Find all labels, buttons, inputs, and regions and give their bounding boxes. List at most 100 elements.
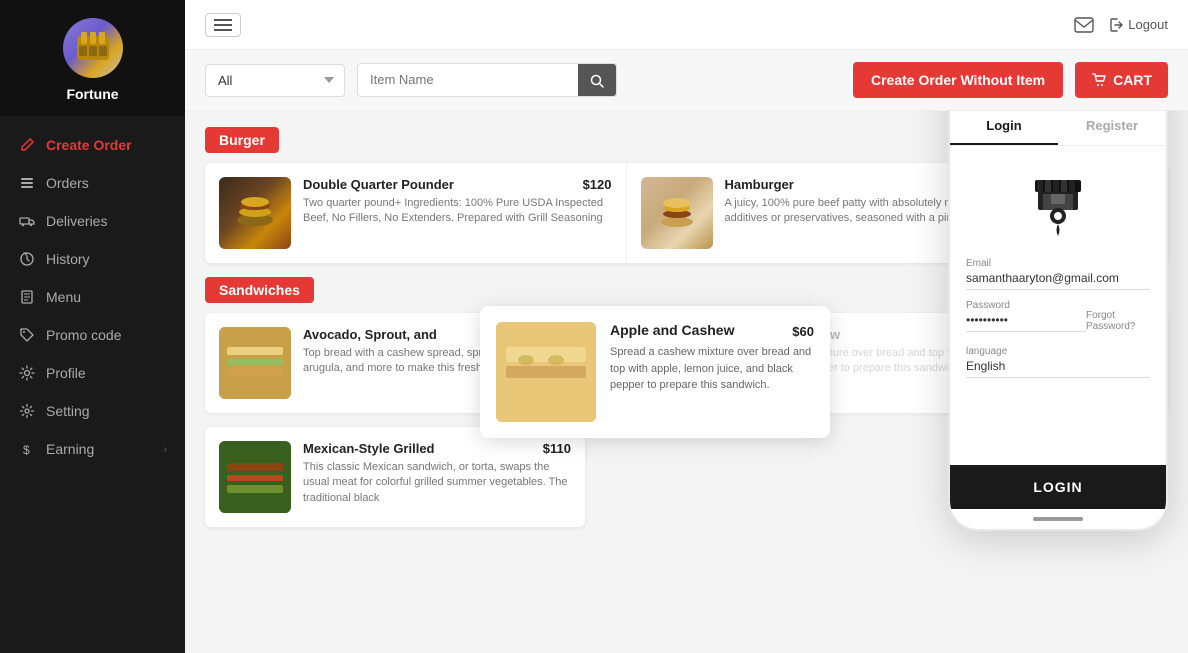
item-header: Mexican-Style Grilled $110 — [303, 441, 571, 456]
phone-body: Email samanthaaryton@gmail.com Password … — [950, 146, 1166, 449]
email-field-value[interactable]: samanthaaryton@gmail.com — [966, 271, 1150, 290]
hamburger-line — [214, 19, 232, 21]
truck-icon — [18, 212, 36, 230]
cashew-visual — [496, 322, 596, 422]
item-price: $120 — [583, 177, 612, 192]
item-info: Double Quarter Pounder $120 Two quarter … — [303, 177, 612, 249]
search-button[interactable] — [578, 64, 616, 95]
phone-logo — [1023, 172, 1093, 242]
phone-mockup: WiFi 4:34 PM 100% Login Register — [948, 111, 1168, 531]
sidebar-item-create-order[interactable]: Create Order — [0, 126, 185, 164]
highlight-price: $60 — [792, 324, 814, 339]
item-price: $110 — [543, 441, 571, 456]
search-input[interactable] — [358, 64, 578, 95]
phone-tabs: Login Register — [950, 111, 1166, 146]
sidebar-item-label: History — [46, 251, 167, 267]
phone-tab-register[interactable]: Register — [1058, 111, 1166, 145]
item-image-burger1 — [219, 177, 291, 249]
highlight-item-image — [496, 322, 596, 422]
svg-text:$: $ — [23, 443, 30, 457]
highlight-name: Apple and Cashew — [610, 322, 734, 338]
search-group — [357, 63, 617, 96]
burger-visual — [230, 188, 280, 238]
sidebar-item-deliveries[interactable]: Deliveries — [0, 202, 185, 240]
item-description: Two quarter pound+ Ingredients: 100% Pur… — [303, 196, 612, 227]
create-order-without-item-button[interactable]: Create Order Without Item — [853, 62, 1063, 98]
item-header: Double Quarter Pounder $120 — [303, 177, 612, 192]
cart-label: CART — [1113, 72, 1152, 88]
item-name: Avocado, Sprout, and — [303, 327, 437, 342]
sandwich-visual1 — [219, 327, 291, 399]
highlight-description: Spread a cashew mixture over bread and t… — [610, 344, 814, 394]
phone-home-bar — [1033, 517, 1083, 521]
language-value[interactable]: English — [966, 359, 1150, 378]
phone-tab-login[interactable]: Login — [950, 111, 1058, 145]
item-info: Mexican-Style Grilled $110 This classic … — [303, 441, 571, 513]
sandwiches-section-title: Sandwiches — [205, 277, 314, 303]
item-image-sandwich1 — [219, 327, 291, 399]
sidebar-item-label: Setting — [46, 403, 167, 419]
phone-home-indicator — [950, 509, 1166, 529]
hamburger-line — [214, 24, 232, 26]
phone-login-form: Email samanthaaryton@gmail.com Password … — [966, 258, 1150, 388]
chevron-right-icon: › — [164, 444, 167, 455]
app-name: Fortune — [66, 86, 118, 102]
list-icon — [18, 174, 36, 192]
pencil-icon — [18, 136, 36, 154]
sidebar-item-label: Create Order — [46, 137, 167, 153]
phone-logo-icon — [1023, 172, 1093, 242]
search-bar: All Create Order Without Item CART — [185, 50, 1188, 111]
sidebar-item-label: Promo code — [46, 327, 167, 343]
email-field-label: Email — [966, 258, 1150, 269]
burger-visual2 — [652, 188, 702, 238]
menu-item-double-quarter[interactable]: Double Quarter Pounder $120 Two quarter … — [205, 163, 627, 263]
cart-button[interactable]: CART — [1075, 62, 1168, 98]
tag-icon — [18, 326, 36, 344]
logout-button[interactable]: Logout — [1110, 17, 1168, 32]
cart-icon — [1091, 72, 1107, 88]
password-field-value[interactable]: •••••••••• — [966, 313, 1086, 332]
sidebar-item-label: Earning — [46, 441, 154, 457]
top-navigation: Logout — [185, 0, 1188, 50]
sidebar-item-label: Menu — [46, 289, 167, 305]
sidebar-item-label: Profile — [46, 365, 167, 381]
item-name: Mexican-Style Grilled — [303, 441, 435, 456]
category-select[interactable]: All — [205, 64, 345, 97]
item-name: Double Quarter Pounder — [303, 177, 454, 192]
topnav-right: Logout — [1074, 14, 1168, 35]
settings-icon — [18, 402, 36, 420]
logout-icon — [1110, 18, 1124, 32]
sidebar-item-earning[interactable]: $ Earning › — [0, 430, 185, 468]
dollar-icon: $ — [18, 440, 36, 458]
sidebar-item-label: Orders — [46, 175, 167, 191]
sidebar-item-orders[interactable]: Orders — [0, 164, 185, 202]
hamburger-button[interactable] — [205, 13, 241, 37]
language-row: language English — [966, 346, 1150, 378]
item-image-burger2 — [641, 177, 713, 249]
menu-content: Burger Double Quarter Pounder — [185, 111, 1188, 653]
sidebar-item-menu[interactable]: Menu — [0, 278, 185, 316]
phone-login-button[interactable]: LOGIN — [948, 465, 1168, 509]
logo-image — [63, 18, 123, 78]
burger-section-title: Burger — [205, 127, 279, 153]
menu-item-mexican-grilled[interactable]: Mexican-Style Grilled $110 This classic … — [205, 427, 585, 527]
password-field-label: Password — [966, 300, 1086, 311]
sidebar-item-label: Deliveries — [46, 213, 167, 229]
mail-icon[interactable] — [1074, 14, 1094, 35]
sidebar-item-promo-code[interactable]: Promo code — [0, 316, 185, 354]
sidebar-nav: Create Order Orders — [0, 116, 185, 468]
gear-icon — [18, 364, 36, 382]
sidebar-item-history[interactable]: History — [0, 240, 185, 278]
hamburger-line — [214, 29, 232, 31]
item-highlight-card[interactable]: Apple and Cashew $60 Spread a cashew mix… — [480, 306, 830, 438]
sidebar: Fortune Create Order Orders — [0, 0, 185, 653]
sidebar-item-profile[interactable]: Profile — [0, 354, 185, 392]
forgot-password-link[interactable]: Forgot Password? — [1086, 310, 1150, 332]
item-image-grilled — [219, 441, 291, 513]
menu-book-icon — [18, 288, 36, 306]
store-icon — [1023, 172, 1093, 242]
language-label: language — [966, 346, 1150, 357]
highlight-info: Apple and Cashew $60 Spread a cashew mix… — [610, 322, 814, 422]
sidebar-item-setting[interactable]: Setting — [0, 392, 185, 430]
item-name: Hamburger — [725, 177, 794, 192]
